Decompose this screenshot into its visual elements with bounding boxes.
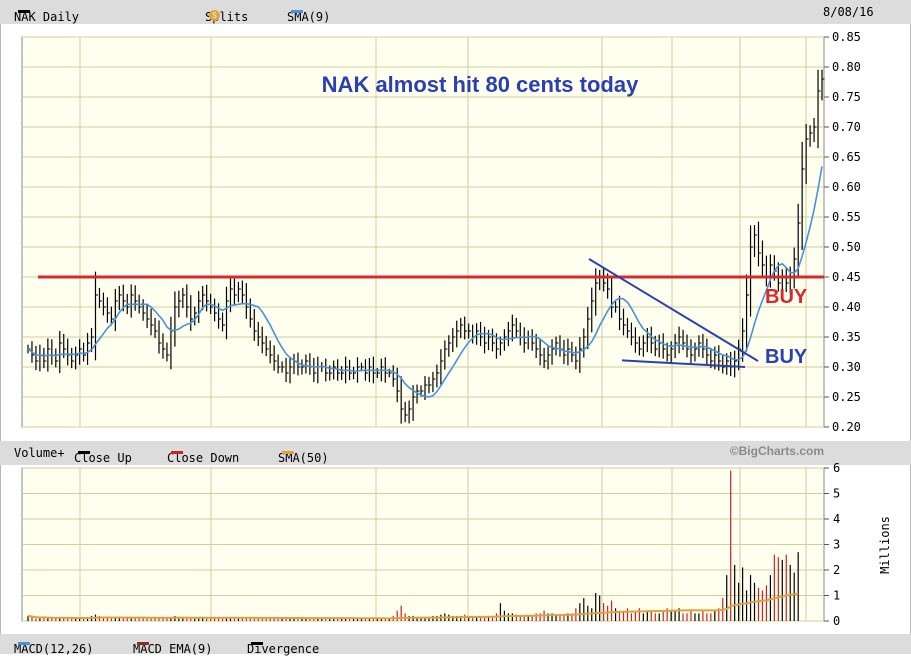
price-tick-label: 0.40 bbox=[832, 300, 861, 314]
bigcharts-credit: ©BigCharts.com bbox=[730, 444, 824, 458]
volume-tick-label: 2 bbox=[833, 563, 840, 577]
price-tick-label: 0.65 bbox=[832, 150, 861, 164]
volume-tick-label: 1 bbox=[833, 589, 840, 603]
volume-axis-label: Millions bbox=[878, 516, 892, 574]
price-tick-label: 0.75 bbox=[832, 90, 861, 104]
price-tick-label: 0.70 bbox=[832, 120, 861, 134]
volume-tick-label: 3 bbox=[833, 538, 840, 552]
price-tick-label: 0.20 bbox=[832, 420, 861, 434]
price-tick-label: 0.50 bbox=[832, 240, 861, 254]
price-tick-label: 0.35 bbox=[832, 330, 861, 344]
price-tick-label: 0.60 bbox=[832, 180, 861, 194]
chart-svg: 0.20 0.25 0.30 0.35 0.40 0.45 0.50 0.55 0.60 0.65… bbox=[21, 30, 892, 628]
price-tick-label: 0.45 bbox=[832, 270, 861, 284]
price-tick-label: 0.85 bbox=[832, 30, 861, 44]
price-tick-label: 0.30 bbox=[832, 360, 861, 374]
volume-tick-label: 5 bbox=[833, 487, 840, 501]
buy-label-blue: BUY bbox=[765, 346, 808, 368]
price-tick-label: 0.55 bbox=[832, 210, 861, 224]
annotation-headline: NAK almost hit 80 cents today bbox=[322, 72, 639, 97]
price-tick-label: 0.25 bbox=[832, 390, 861, 404]
volume-tick-label: 0 bbox=[833, 614, 840, 628]
buy-label-red: BUY bbox=[765, 286, 808, 308]
volume-tick-label: 6 bbox=[833, 461, 840, 475]
volume-tick-label: 4 bbox=[833, 512, 840, 526]
price-tick-label: 0.80 bbox=[832, 60, 861, 74]
